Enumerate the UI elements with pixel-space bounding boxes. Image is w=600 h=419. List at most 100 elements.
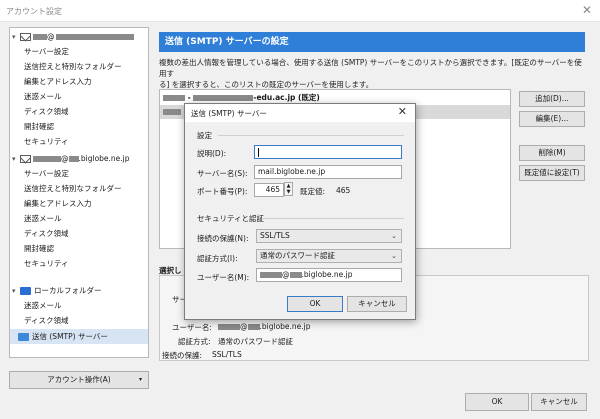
- redacted-text: [260, 272, 282, 278]
- security-group-label: セキュリティと認証: [197, 214, 265, 223]
- group-divider: [218, 135, 404, 136]
- username-label: ユーザー名(M):: [197, 273, 250, 282]
- tree-item-disk-space[interactable]: ディスク領域: [24, 226, 68, 241]
- connection-security-value: SSL/TLS: [260, 231, 290, 240]
- server-name-label: サーバー名(S):: [197, 169, 248, 178]
- dialog-cancel-button[interactable]: キャンセル: [347, 296, 407, 312]
- redacted-text: [163, 109, 181, 115]
- dialog-title: 送信 (SMTP) サーバー: [191, 109, 267, 118]
- cancel-button[interactable]: キャンセル: [531, 393, 587, 411]
- ok-button[interactable]: OK: [465, 393, 529, 411]
- panel-description: 複数の差出人情報を管理している場合、使用する送信 (SMTP) サーバーをこのリ…: [159, 57, 589, 90]
- dropdown-chevron-icon: ⌄: [391, 232, 397, 240]
- server-row-suffix: -edu.ac.jp (既定): [253, 93, 320, 102]
- account-settings-window: アカウント設定 ✕ ▾ @ サーバー設定 送信控えと特別なフォルダー 編集とアドレ…: [0, 0, 600, 419]
- account-name-suffix: @: [61, 154, 69, 163]
- default-port-label: 既定値:: [300, 187, 326, 196]
- group-divider: [262, 218, 404, 219]
- tree-item-receipts[interactable]: 開封確認: [24, 119, 54, 134]
- redacted-text: [193, 95, 254, 101]
- window-close-icon[interactable]: ✕: [582, 3, 592, 17]
- port-stepper[interactable]: ▲ ▼: [284, 182, 293, 196]
- tree-item-copies-folders[interactable]: 送信控えと特別なフォルダー: [24, 59, 122, 74]
- tree-item-junk[interactable]: 迷惑メール: [24, 211, 62, 226]
- smtp-server-icon: [18, 333, 29, 341]
- connection-security-label: 接続の保護(N):: [197, 234, 249, 243]
- mail-account-icon: [20, 33, 31, 41]
- tree-account-1[interactable]: ▾ @: [12, 29, 134, 44]
- tree-item-security[interactable]: セキュリティ: [24, 134, 69, 149]
- default-port-value: 465: [336, 186, 351, 195]
- auth-method-label: 認証方式(I):: [197, 254, 238, 263]
- auth-method-select[interactable]: 通常のパスワード認証 ⌄: [256, 249, 402, 263]
- description-input[interactable]: [254, 145, 402, 159]
- add-button[interactable]: 追加(D)...: [519, 91, 585, 107]
- username-suffix: @: [282, 270, 290, 279]
- redacted-text: [55, 34, 134, 40]
- edit-button[interactable]: 編集(E)...: [519, 111, 585, 127]
- tree-item-composition[interactable]: 編集とアドレス入力: [24, 196, 92, 211]
- smtp-item-wrapper: 送信 (SMTP) サーバー: [10, 332, 108, 341]
- smtp-item-label: 送信 (SMTP) サーバー: [32, 332, 108, 341]
- tree-item-junk[interactable]: 迷惑メール: [24, 298, 62, 313]
- window-title: アカウント設定: [6, 7, 62, 16]
- collapse-icon[interactable]: ▾: [12, 284, 20, 299]
- dialog-title-bar: 送信 (SMTP) サーバー ✕: [185, 104, 415, 122]
- text-caret: [258, 147, 259, 157]
- details-user-suffix: @: [240, 322, 248, 331]
- server-row-prefix: -: [185, 93, 194, 102]
- tree-item-composition[interactable]: 編集とアドレス入力: [24, 74, 92, 89]
- spin-down-icon[interactable]: ▼: [285, 189, 292, 195]
- collapse-icon[interactable]: ▾: [12, 30, 20, 45]
- tree-local-folders[interactable]: ▾ ローカルフォルダー: [12, 283, 102, 298]
- description-line-1: 複数の差出人情報を管理している場合、使用する送信 (SMTP) サーバーをこのリ…: [159, 58, 582, 78]
- tree-item-disk-space[interactable]: ディスク領域: [24, 313, 68, 328]
- tree-item-junk[interactable]: 迷惑メール: [24, 89, 62, 104]
- account-actions-button[interactable]: アカウント操作(A) ▾: [9, 371, 149, 389]
- username-domain: .biglobe.ne.jp: [301, 270, 353, 279]
- tree-item-smtp-servers[interactable]: 送信 (SMTP) サーバー: [10, 329, 148, 344]
- tree-item-receipts[interactable]: 開封確認: [24, 241, 54, 256]
- port-label: ポート番号(P):: [197, 187, 248, 196]
- details-auth-label: 認証方式:: [178, 337, 211, 346]
- tree-item-disk-space[interactable]: ディスク領域: [24, 104, 68, 119]
- username-input[interactable]: @ .biglobe.ne.jp: [256, 268, 402, 282]
- tree-item-copies-folders[interactable]: 送信控えと特別なフォルダー: [24, 181, 122, 196]
- port-input[interactable]: 465: [254, 183, 284, 197]
- settings-group-label: 設定: [197, 131, 212, 140]
- dialog-close-icon[interactable]: ✕: [398, 105, 407, 118]
- tree-item-security[interactable]: セキュリティ: [24, 256, 69, 271]
- server-name-input[interactable]: mail.biglobe.ne.jp: [254, 165, 402, 179]
- mail-account-icon: [20, 155, 31, 163]
- delete-button[interactable]: 削除(M): [519, 145, 585, 161]
- connection-security-select[interactable]: SSL/TLS ⌄: [256, 229, 402, 243]
- tree-item-server-settings[interactable]: サーバー設定: [24, 44, 69, 59]
- details-user-domain: .biglobe.ne.jp: [259, 322, 311, 331]
- details-user-label: ユーザー名:: [172, 323, 212, 332]
- dialog-ok-button[interactable]: OK: [287, 296, 343, 312]
- redacted-text: [68, 156, 79, 162]
- page-title: 送信 (SMTP) サーバーの設定: [159, 32, 585, 52]
- account-name-suffix: @: [47, 32, 55, 41]
- redacted-text: [247, 324, 260, 330]
- dropdown-chevron-icon: ⌄: [391, 252, 397, 260]
- set-default-button[interactable]: 既定値に設定(T): [519, 165, 585, 181]
- local-folder-icon: [20, 287, 31, 295]
- redacted-text: [33, 34, 47, 40]
- collapse-icon[interactable]: ▾: [12, 152, 20, 167]
- tree-item-server-settings[interactable]: サーバー設定: [24, 166, 69, 181]
- account-actions-label: アカウント操作(A): [47, 375, 111, 384]
- redacted-text: [218, 324, 240, 330]
- details-auth-value: 通常のパスワード認証: [218, 337, 293, 346]
- title-bar: アカウント設定 ✕: [0, 0, 600, 22]
- redacted-text: [289, 272, 302, 278]
- redacted-text: [163, 95, 185, 101]
- description-label: 説明(D):: [197, 149, 227, 158]
- redacted-text: [33, 156, 61, 162]
- account-name-domain: .biglobe.ne.jp: [78, 154, 130, 163]
- details-user-value: @ .biglobe.ne.jp: [218, 322, 311, 331]
- tree-account-2[interactable]: ▾ @ .biglobe.ne.jp: [12, 151, 130, 166]
- dropdown-arrow-icon: ▾: [138, 376, 142, 383]
- account-tree[interactable]: ▾ @ サーバー設定 送信控えと特別なフォルダー 編集とアドレス入力 迷惑メール …: [9, 27, 149, 358]
- auth-method-value: 通常のパスワード認証: [260, 251, 335, 260]
